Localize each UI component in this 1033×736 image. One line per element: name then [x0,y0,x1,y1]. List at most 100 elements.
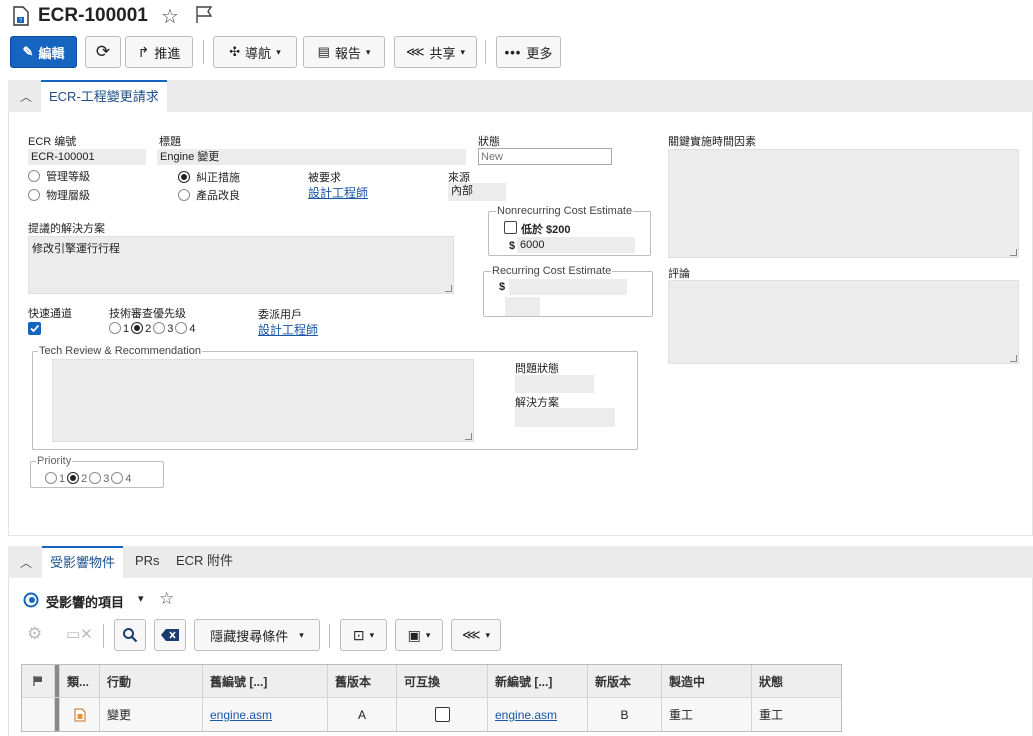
new-rev-cell: B [588,698,662,731]
source-field[interactable]: 內部 [448,183,506,201]
chevron-down-icon[interactable]: ▾ [138,592,144,605]
tech-review-priority-radios: 1 2 3 4 [109,322,198,335]
resize-handle-icon[interactable] [465,433,472,440]
new-number-link[interactable]: engine.asm [495,708,557,722]
tab-ecr-attachments[interactable]: ECR 附件 [168,546,241,578]
tab-prs[interactable]: PRs [127,546,168,578]
share-button[interactable]: ⋘ 共享 ▾ [394,36,477,68]
radio-icon[interactable] [153,322,166,334]
tab-affected-objects[interactable]: 受影響物件 [42,546,124,578]
priority-option-label: 3 [103,473,110,485]
title-field[interactable]: Engine 變更 [157,149,466,165]
collapse-chevron-icon[interactable]: ︿ [20,554,32,571]
title-label: 標題 [159,136,181,148]
interchangeable-checkbox[interactable] [434,707,450,722]
nonrecurring-amount-field[interactable]: 6000 [517,237,635,253]
category-option-corrective[interactable]: 糾正措施 [178,169,240,185]
favorite-star-icon[interactable]: ☆ [161,4,179,29]
issue-status-field[interactable] [515,375,594,393]
favorite-star-icon[interactable]: ☆ [159,589,174,609]
reports-button[interactable]: ▤ 報告 ▾ [303,36,385,68]
search-button[interactable] [114,619,146,651]
affected-items-icon [23,592,39,608]
priority-legend: Priority [36,455,73,467]
more-button-label: 更多 [526,45,553,61]
collapse-chevron-icon[interactable]: ︿ [20,88,32,105]
category-option-improvement[interactable]: 產品改良 [178,187,240,203]
flag-column-header[interactable] [22,665,55,697]
radio-icon[interactable] [178,189,190,201]
under-200-label: 低於 $200 [521,224,571,236]
priority-option-label: 2 [81,473,88,485]
old-number-link[interactable]: engine.asm [210,708,272,722]
promote-arrow-icon: ↱ [137,43,150,60]
radio-icon[interactable] [45,472,57,484]
backspace-icon [161,629,179,641]
ecr-number-field[interactable]: ECR-100001 [28,149,146,165]
recurring-amount-field[interactable] [509,279,627,295]
level-option-physical[interactable]: 物理層級 [28,187,90,203]
tab-ecr-form[interactable]: ECR-工程變更請求 [41,80,167,112]
tech-review-legend: Tech Review & Recommendation [38,345,203,357]
resize-handle-icon[interactable] [1010,249,1017,256]
flag-icon[interactable] [194,4,214,24]
more-button[interactable]: ••• 更多 [496,36,561,68]
tech-review-textarea[interactable] [52,359,474,442]
clear-search-button[interactable] [154,619,186,651]
column-header-status[interactable]: 狀態 [752,665,841,697]
action-cell: 變更 [100,698,203,731]
fast-track-checkbox[interactable] [28,322,41,335]
chevron-down-icon: ▾ [365,46,371,57]
radio-icon[interactable] [111,472,124,484]
toolbar-divider [203,40,204,64]
radio-icon[interactable] [28,189,40,201]
radio-selected-icon[interactable] [131,322,144,334]
hide-search-criteria-button[interactable]: 隱藏搜尋條件 ▾ [194,619,320,651]
column-header-interchangeable[interactable]: 可互換 [397,665,488,697]
table-row[interactable]: 變更 engine.asm A engine.asm B 重工 重工 [22,697,841,731]
under-200-checkbox[interactable] [504,221,517,234]
navigate-button[interactable]: ✣ 導航 ▾ [213,36,297,68]
column-header-action[interactable]: 行動 [100,665,203,697]
old-number-cell: engine.asm [203,698,328,731]
key-factors-textarea[interactable] [668,149,1019,258]
column-header-old-number[interactable]: 舊編號 [...] [203,665,328,697]
promote-button[interactable]: ↱ 推進 [125,36,193,68]
radio-icon[interactable] [89,472,102,484]
column-header-old-rev[interactable]: 舊版本 [328,665,397,697]
comments-textarea[interactable] [668,280,1019,364]
recurring-cost-legend: Recurring Cost Estimate [491,265,613,277]
resolution-field[interactable] [515,408,615,427]
radio-selected-icon[interactable] [178,171,190,183]
resize-handle-icon[interactable] [1010,355,1017,362]
column-header-new-rev[interactable]: 新版本 [588,665,662,697]
status-field[interactable] [478,148,612,165]
category-option-label: 糾正措施 [196,172,241,184]
remove-item-icon[interactable]: ▭✕ [66,625,93,643]
promote-button-label: 推進 [154,45,181,61]
affected-items-grid: 類... 行動 舊編號 [...] 舊版本 可互換 新編號 [...] 新版本 … [21,664,842,732]
column-header-type[interactable]: 類... [60,665,100,697]
radio-icon[interactable] [28,170,40,182]
requested-by-label: 被要求 [308,172,341,184]
column-header-new-number[interactable]: 新編號 [...] [488,665,588,697]
radio-selected-icon[interactable] [67,472,80,484]
nonrecurring-currency: $ [509,240,516,252]
edit-button[interactable]: ✎ 編輯 [10,36,77,68]
recurring-unit-field[interactable] [505,297,540,316]
radio-icon[interactable] [175,322,188,334]
level-option-management[interactable]: 管理等級 [28,168,90,184]
column-header-manufacturing[interactable]: 製造中 [662,665,752,697]
radio-icon[interactable] [109,322,121,334]
priority-radios: 1 2 3 4 [45,472,134,485]
requested-by-link[interactable]: 設計工程師 [308,184,368,201]
proposed-solution-textarea[interactable]: 修改引擎運行行程 [28,236,454,294]
view-button[interactable]: ⊡ ▾ [340,619,387,651]
resize-handle-icon[interactable] [445,285,452,292]
assigned-user-link[interactable]: 設計工程師 [258,321,318,338]
refresh-button[interactable]: ⟳ [85,36,121,68]
share-items-button[interactable]: ⋘ ▾ [451,619,501,651]
add-gear-icon[interactable]: ⚙ [27,624,42,644]
layout-button[interactable]: ▣ ▾ [395,619,443,651]
network-icon: ✣ [229,44,241,59]
